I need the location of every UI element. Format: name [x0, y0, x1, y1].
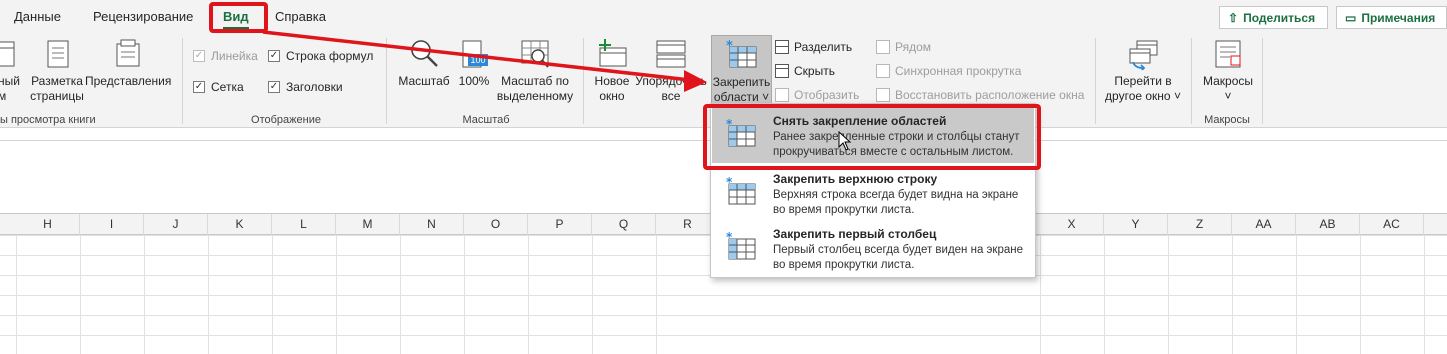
annotation-arrow	[262, 30, 707, 92]
mouse-cursor-icon	[838, 131, 852, 151]
